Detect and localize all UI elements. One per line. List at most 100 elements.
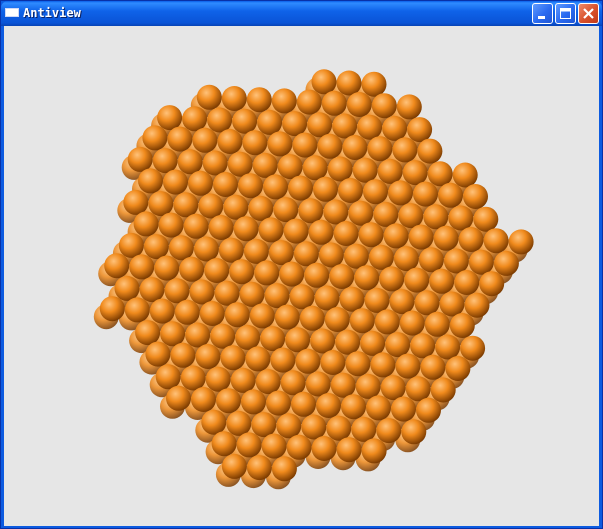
sphere-atom: [427, 161, 453, 187]
sphere-atom: [114, 275, 140, 301]
sphere-atom: [414, 290, 440, 316]
sphere-atom: [323, 199, 349, 225]
sphere-atom: [138, 168, 163, 194]
sphere-atom: [195, 344, 221, 369]
sphere-atom: [410, 333, 436, 359]
sphere-atom: [341, 394, 366, 420]
sphere-atom: [508, 229, 534, 255]
sphere-atom: [343, 243, 369, 269]
sphere-atom: [229, 259, 255, 285]
sphere-atom: [266, 390, 291, 416]
sphere-atom: [255, 369, 281, 395]
sphere-atom: [418, 247, 444, 273]
app-window: Antiview: [0, 0, 603, 529]
sphere-atom: [452, 162, 478, 188]
sphere-atom: [274, 304, 300, 330]
maximize-button[interactable]: [555, 3, 576, 24]
sphere-atom: [142, 125, 168, 151]
minimize-button[interactable]: [532, 3, 553, 24]
sphere-atom: [388, 180, 413, 206]
sphere-atom: [483, 228, 509, 254]
sphere-atom: [423, 204, 449, 230]
sphere-atom: [449, 313, 475, 338]
sphere-atom: [270, 347, 296, 373]
sphere-atom: [170, 342, 196, 368]
sphere-atom: [189, 279, 215, 305]
3d-viewport[interactable]: [4, 26, 599, 526]
sphere-atom: [129, 254, 155, 280]
sphere-atom: [154, 255, 180, 281]
sphere-atom: [305, 371, 331, 397]
sphere-atom: [324, 307, 350, 332]
sphere-atom: [241, 389, 266, 415]
sphere-atom: [373, 201, 399, 227]
sphere-atom: [301, 414, 327, 440]
sphere-atom: [479, 271, 505, 297]
sphere-atom: [339, 286, 365, 312]
sphere-atom: [336, 437, 362, 463]
sphere-atom: [408, 224, 434, 250]
sphere-atom: [299, 305, 325, 331]
sphere-atom: [429, 268, 455, 294]
sphere-atom: [332, 113, 358, 139]
sphere-atom: [393, 246, 419, 272]
sphere-atom: [352, 157, 378, 183]
sphere-atom: [168, 235, 194, 261]
sphere-atom: [158, 212, 184, 238]
sphere-atom: [329, 264, 355, 289]
sphere-atom: [473, 206, 499, 232]
sphere-atom: [336, 70, 362, 96]
sphere-atom: [238, 173, 263, 199]
close-icon: [583, 8, 594, 19]
sphere-atom: [224, 302, 250, 328]
sphere-atom: [251, 412, 277, 438]
sphere-atom: [438, 182, 463, 208]
sphere-atom: [173, 192, 199, 218]
sphere-atom: [468, 249, 494, 275]
sphere-atom: [391, 396, 416, 422]
sphere-atom: [135, 320, 161, 346]
sphere-atom: [493, 250, 519, 276]
sphere-atom: [213, 172, 238, 197]
sphere-atom: [454, 270, 480, 295]
sphere-atom: [239, 281, 265, 307]
sphere-atom: [196, 84, 222, 110]
sphere-atom: [252, 152, 278, 178]
sphere-atom: [185, 322, 211, 348]
sphere-atom: [268, 240, 294, 266]
sphere-atom: [216, 388, 241, 414]
sphere-atom: [342, 135, 368, 160]
render-area[interactable]: [4, 26, 599, 526]
sphere-atom: [285, 327, 311, 353]
sphere-atom: [298, 198, 324, 224]
sphere-atom: [155, 364, 181, 390]
sphere-atom: [246, 455, 272, 481]
sphere-atom: [385, 332, 411, 358]
sphere-atom: [207, 107, 233, 133]
sphere-atom: [232, 108, 258, 134]
sphere-atom: [182, 106, 208, 132]
sphere-atom: [401, 419, 427, 445]
sphere-atom: [279, 261, 305, 287]
sphere-atom: [445, 356, 471, 381]
sphere-atom: [296, 89, 322, 115]
sphere-atom: [354, 265, 380, 291]
window-title: Antiview: [23, 6, 81, 20]
sphere-atom: [313, 176, 338, 202]
close-button[interactable]: [578, 3, 599, 24]
sphere-atom: [166, 385, 191, 411]
sphere-atom: [289, 284, 315, 310]
window-app-icon[interactable]: [5, 8, 19, 17]
sphere-atom: [230, 367, 256, 393]
sphere-atom: [338, 178, 363, 203]
sphere-atom: [201, 409, 227, 435]
sphere-atom: [143, 234, 169, 260]
sphere-atom: [464, 292, 490, 318]
sphere-atom: [235, 324, 261, 350]
sphere-atom: [377, 158, 403, 184]
sphere-atom: [248, 195, 274, 221]
sphere-atom: [416, 397, 441, 423]
sphere-atom: [389, 289, 415, 315]
title-bar[interactable]: Antiview: [1, 1, 602, 26]
sphere-atom: [221, 86, 247, 111]
